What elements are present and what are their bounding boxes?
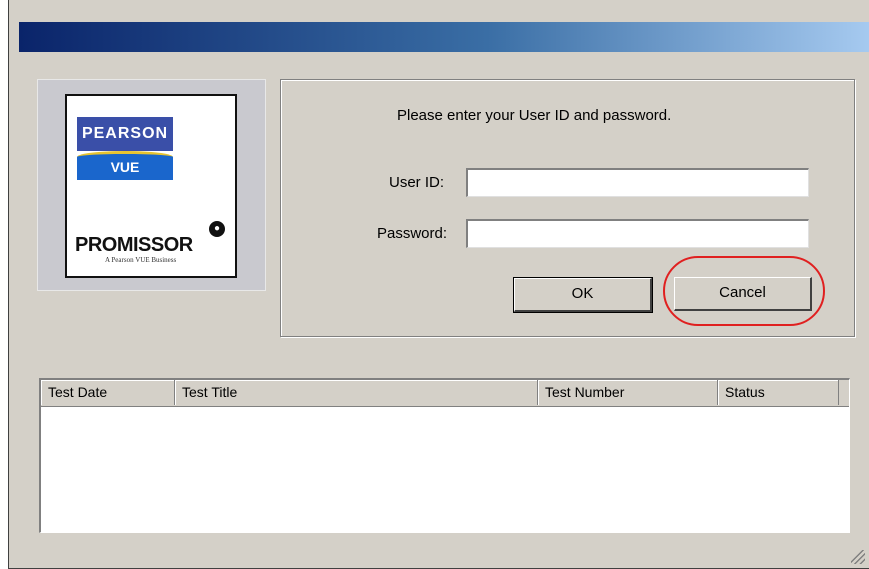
column-header-test-number[interactable]: Test Number [538, 380, 718, 405]
password-field[interactable] [466, 219, 809, 248]
pearson-logo-text: PEARSON [77, 117, 173, 151]
vue-logo-text: VUE [77, 151, 173, 180]
user-id-field[interactable] [466, 168, 809, 197]
promissor-mark-icon: ● [209, 221, 225, 237]
logo-panel: PEARSON VUE PROMISSOR ● A Pearson VUE Bu… [37, 79, 266, 291]
promissor-tagline: A Pearson VUE Business [105, 256, 177, 264]
resize-grip-icon[interactable] [851, 550, 865, 564]
cancel-button[interactable]: Cancel [674, 277, 812, 311]
password-label: Password: [377, 225, 448, 242]
column-header-status[interactable]: Status [718, 380, 839, 405]
column-header-test-date[interactable]: Test Date [41, 380, 175, 405]
test-list-header: Test Date Test Title Test Number Status [41, 380, 849, 407]
login-prompt: Please enter your User ID and password. [397, 107, 672, 124]
user-id-label: User ID: [389, 174, 445, 191]
title-bar[interactable] [19, 22, 869, 52]
column-header-test-title[interactable]: Test Title [175, 380, 538, 405]
pearson-vue-logo: PEARSON VUE PROMISSOR ● A Pearson VUE Bu… [65, 94, 237, 278]
ok-button[interactable]: OK [513, 277, 653, 313]
promissor-logo-text: PROMISSOR [75, 234, 193, 256]
test-list[interactable]: Test Date Test Title Test Number Status [39, 378, 850, 533]
login-dialog: PEARSON VUE PROMISSOR ● A Pearson VUE Bu… [8, 0, 869, 569]
